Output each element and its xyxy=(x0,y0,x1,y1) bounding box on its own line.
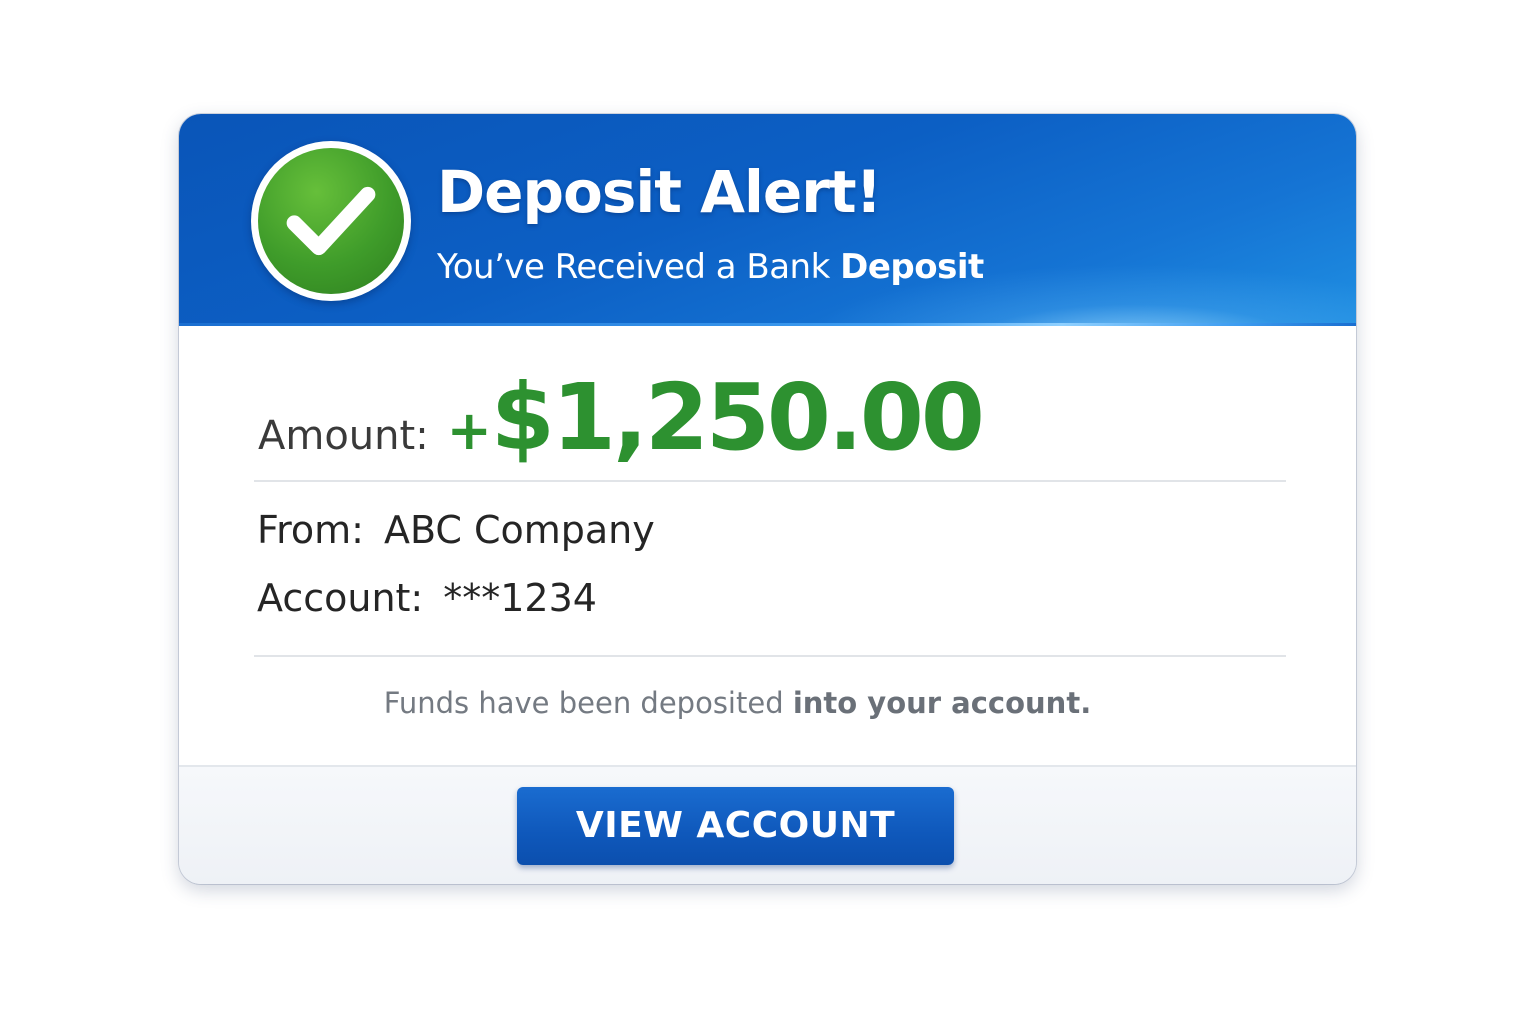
deposit-alert-card: Deposit Alert! You’ve Received a Bank De… xyxy=(179,114,1356,884)
header-divider xyxy=(179,323,1356,326)
amount-sign: + xyxy=(446,399,492,462)
alert-subtitle-text: You’ve Received a Bank xyxy=(437,247,841,287)
account-label: Account: xyxy=(257,576,424,620)
divider xyxy=(254,480,1286,482)
deposit-note: Funds have been deposited into your acco… xyxy=(179,686,1296,720)
success-badge xyxy=(251,141,411,301)
deposit-note-text: Funds have been deposited xyxy=(383,686,793,720)
alert-title: Deposit Alert! xyxy=(437,158,882,226)
view-account-button[interactable]: VIEW ACCOUNT xyxy=(517,787,954,865)
alert-subtitle-emphasis: Deposit xyxy=(840,247,984,287)
alert-header: Deposit Alert! You’ve Received a Bank De… xyxy=(179,114,1356,326)
alert-subtitle: You’ve Received a Bank Deposit xyxy=(437,247,984,287)
amount-row: Amount: +$1,250.00 xyxy=(258,364,985,471)
from-value: ABC Company xyxy=(383,508,655,552)
checkmark-circle-icon xyxy=(258,148,404,294)
amount-number: $1,250.00 xyxy=(490,364,985,471)
from-row: From: ABC Company xyxy=(257,508,655,552)
from-label: From: xyxy=(257,508,364,552)
account-value: ***1234 xyxy=(443,576,597,620)
amount-label: Amount: xyxy=(258,413,429,459)
amount-value: +$1,250.00 xyxy=(446,364,985,471)
card-footer: VIEW ACCOUNT xyxy=(179,765,1356,884)
deposit-note-emphasis: into your account. xyxy=(792,686,1092,720)
account-row: Account: ***1234 xyxy=(257,576,597,620)
divider xyxy=(254,655,1286,657)
